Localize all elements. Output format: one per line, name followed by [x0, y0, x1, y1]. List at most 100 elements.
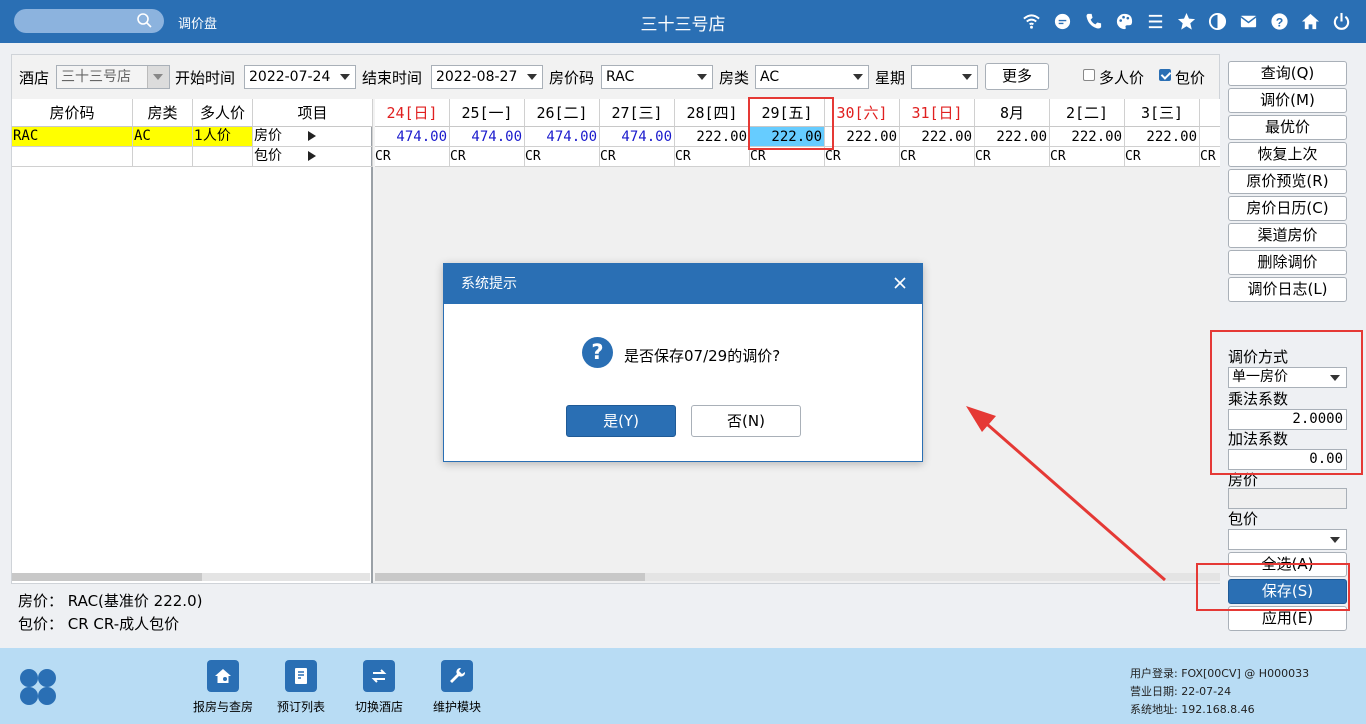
cell-multi[interactable]: 1人价: [193, 127, 253, 147]
more-button[interactable]: 更多: [985, 63, 1049, 90]
package-cell[interactable]: CR: [375, 147, 450, 167]
price-cell[interactable]: 474.00: [600, 127, 675, 147]
yes-button[interactable]: 是(Y): [566, 405, 676, 437]
package-cell[interactable]: CR: [450, 147, 525, 167]
package-cell[interactable]: CR: [525, 147, 600, 167]
end-date-select[interactable]: 2022-08-27: [431, 65, 543, 89]
col-header-multi[interactable]: 多人价: [193, 99, 253, 127]
col-header-roomtype[interactable]: 房类: [133, 99, 193, 127]
nav-switch-hotel[interactable]: 切换酒店: [344, 660, 414, 715]
price-cell[interactable]: 222.00: [975, 127, 1050, 147]
play-icon: [308, 151, 316, 161]
home-icon[interactable]: [1299, 10, 1321, 32]
date-header[interactable]: 24[日]: [375, 99, 450, 127]
package-checkbox[interactable]: [1159, 69, 1171, 81]
date-header[interactable]: 28[四]: [675, 99, 750, 127]
method-select[interactable]: 单一房价: [1228, 367, 1347, 388]
package-cell[interactable]: CR: [600, 147, 675, 167]
date-header[interactable]: 29[五]: [750, 99, 825, 127]
scrollbar-thumb[interactable]: [12, 573, 202, 581]
price-info: 房价： RAC(基准价 222.0): [18, 592, 203, 610]
original-preview-button[interactable]: 原价预览(R): [1228, 169, 1347, 194]
theme-icon[interactable]: [1206, 10, 1228, 32]
price-cell[interactable]: 474.00: [375, 127, 450, 147]
date-header[interactable]: 27[三]: [600, 99, 675, 127]
nav-maintenance[interactable]: 维护模块: [422, 660, 492, 715]
roomtype-select[interactable]: AC: [755, 65, 869, 89]
chat-icon[interactable]: [1051, 10, 1073, 32]
right-scrollbar[interactable]: [375, 573, 1220, 581]
date-header[interactable]: 2[二]: [1050, 99, 1125, 127]
save-button[interactable]: 保存(S): [1228, 579, 1347, 604]
nav-booking-list[interactable]: 预订列表: [266, 660, 336, 715]
date-header[interactable]: 3[三]: [1125, 99, 1200, 127]
cell-roomtype[interactable]: AC: [133, 127, 193, 147]
cell-item-package[interactable]: 包价: [253, 147, 373, 167]
week-label: 星期: [875, 69, 906, 87]
item-package-label: 包价: [254, 148, 282, 164]
best-price-button[interactable]: 最优价: [1228, 115, 1347, 140]
date-header[interactable]: 31[日]: [900, 99, 975, 127]
adjust-button[interactable]: 调价(M): [1228, 88, 1347, 113]
package-select[interactable]: [1228, 529, 1347, 550]
package-cell[interactable]: CR: [750, 147, 825, 167]
cell-item-price[interactable]: 房价: [253, 127, 373, 147]
delete-adjust-button[interactable]: 删除调价: [1228, 250, 1347, 275]
date-header[interactable]: 8月: [975, 99, 1050, 127]
package-cell[interactable]: CR: [675, 147, 750, 167]
left-scrollbar[interactable]: [12, 573, 370, 581]
price-cell[interactable]: 222.00: [825, 127, 900, 147]
col-header-item[interactable]: 项目: [253, 99, 373, 127]
adjust-log-button[interactable]: 调价日志(L): [1228, 277, 1347, 302]
price-calendar-button[interactable]: 房价日历(C): [1228, 196, 1347, 221]
price-cell[interactable]: 474.00: [450, 127, 525, 147]
package-cell[interactable]: CR: [825, 147, 900, 167]
date-header[interactable]: 4: [1200, 99, 1220, 127]
no-button[interactable]: 否(N): [691, 405, 801, 437]
date-header[interactable]: 25[一]: [450, 99, 525, 127]
price-cell-selected[interactable]: 222.00: [750, 127, 825, 147]
mult-input[interactable]: 2.0000: [1228, 409, 1347, 430]
package-cell[interactable]: CR: [1050, 147, 1125, 167]
channel-price-button[interactable]: 渠道房价: [1228, 223, 1347, 248]
start-date-select[interactable]: 2022-07-24: [244, 65, 356, 89]
apply-button[interactable]: 应用(E): [1228, 606, 1347, 631]
search-input[interactable]: [14, 9, 164, 33]
close-icon[interactable]: [892, 275, 908, 291]
package-cell[interactable]: CR: [1200, 147, 1220, 167]
palette-icon[interactable]: [1113, 10, 1135, 32]
ratecode-label: 房价码: [549, 69, 595, 87]
menu-icon[interactable]: [1144, 10, 1166, 32]
price-cell[interactable]: 222.00: [675, 127, 750, 147]
price-cell[interactable]: 222.00: [1125, 127, 1200, 147]
star-icon[interactable]: [1175, 10, 1197, 32]
select-all-button[interactable]: 全选(A): [1228, 552, 1347, 577]
price-cell[interactable]: 222.00: [1050, 127, 1125, 147]
price-input[interactable]: [1228, 488, 1347, 509]
multi-price-checkbox[interactable]: [1083, 69, 1095, 81]
col-header-ratecode[interactable]: 房价码: [12, 99, 133, 127]
scrollbar-thumb[interactable]: [375, 573, 645, 581]
package-cell[interactable]: CR: [900, 147, 975, 167]
price-cell[interactable]: [1200, 127, 1220, 147]
help-icon[interactable]: ?: [1268, 10, 1290, 32]
date-header[interactable]: 26[二]: [525, 99, 600, 127]
nav-room-status[interactable]: 报房与查房: [188, 660, 258, 715]
query-button[interactable]: 查询(Q): [1228, 61, 1347, 86]
cell-ratecode[interactable]: RAC: [12, 127, 133, 147]
wifi-icon[interactable]: [1020, 10, 1042, 32]
week-select[interactable]: [911, 65, 978, 89]
ratecode-select[interactable]: RAC: [601, 65, 713, 89]
power-icon[interactable]: [1330, 10, 1352, 32]
rate-code-grid: 房价码 房类 多人价 项目 RAC AC 1人价 房价 包价: [12, 99, 373, 583]
price-cell[interactable]: 222.00: [900, 127, 975, 147]
hotel-select[interactable]: 三十三号店: [56, 65, 170, 89]
package-cell[interactable]: CR: [1125, 147, 1200, 167]
restore-button[interactable]: 恢复上次: [1228, 142, 1347, 167]
package-cell[interactable]: CR: [975, 147, 1050, 167]
add-input[interactable]: 0.00: [1228, 449, 1347, 470]
price-cell[interactable]: 474.00: [525, 127, 600, 147]
phone-icon[interactable]: [1082, 10, 1104, 32]
date-header[interactable]: 30[六]: [825, 99, 900, 127]
mail-icon[interactable]: [1237, 10, 1259, 32]
